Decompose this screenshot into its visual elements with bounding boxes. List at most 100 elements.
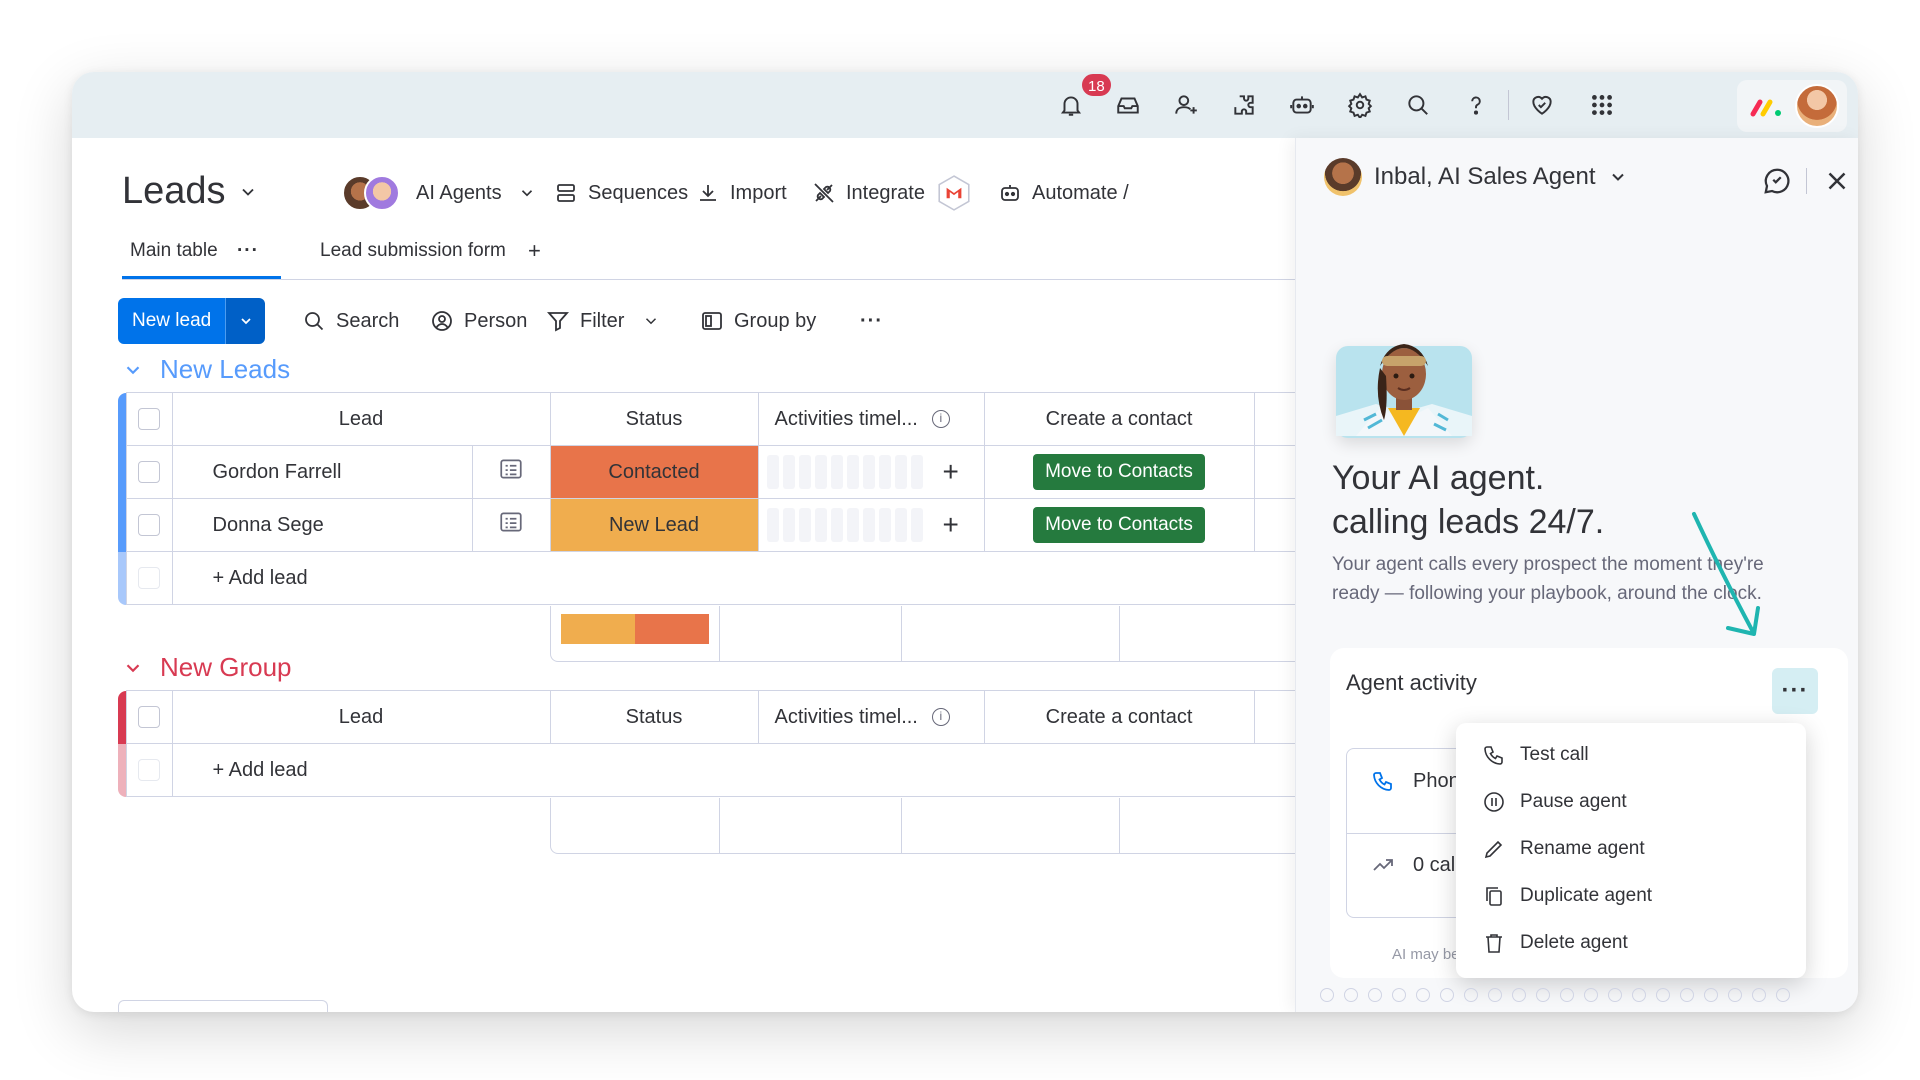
group-table-new-leads: Lead Status Activities timel... i Create … — [118, 392, 1340, 605]
agent-more-button[interactable]: ··· — [1772, 668, 1818, 714]
group-color-bar — [118, 690, 126, 744]
row-checkbox[interactable] — [138, 514, 160, 537]
chevron-down-icon[interactable] — [642, 312, 660, 330]
menu-item-duplicate-agent[interactable]: Duplicate agent — [1456, 872, 1806, 919]
status-cell[interactable]: New Lead — [549, 498, 759, 552]
add-row-checkbox-cell — [125, 551, 173, 605]
add-lead-button[interactable]: + Add lead — [171, 743, 1340, 797]
new-lead-dropdown-button[interactable] — [225, 298, 266, 344]
pause-icon — [1484, 791, 1504, 812]
group-title-new-leads[interactable]: New Leads — [122, 354, 290, 385]
tab-more-button[interactable]: ··· — [237, 240, 259, 261]
topbar-divider — [1508, 90, 1509, 120]
ai-bot-icon[interactable] — [1286, 89, 1318, 121]
monday-logo-icon — [1750, 99, 1781, 117]
new-lead-button[interactable]: New lead — [118, 298, 226, 344]
apps-icon[interactable] — [1228, 89, 1260, 121]
select-all-checkbox-cell — [125, 690, 173, 744]
table-row[interactable]: Gordon Farrell Contacted + Move to Conta… — [118, 445, 1340, 499]
settings-icon[interactable] — [1344, 89, 1376, 121]
column-header-status[interactable]: Status — [549, 690, 759, 744]
item-updates-cell[interactable] — [471, 445, 551, 499]
status-cell[interactable]: Contacted — [549, 445, 759, 499]
status-summary-bar[interactable] — [561, 614, 709, 644]
create-contact-cell: Move to Contacts — [983, 445, 1255, 499]
sequences-button[interactable]: Sequences — [554, 172, 688, 214]
group-title-new-group[interactable]: New Group — [122, 652, 292, 683]
automate-icon — [1001, 185, 1019, 201]
add-activity-icon[interactable]: + — [943, 456, 959, 488]
add-activity-icon[interactable]: + — [943, 509, 959, 541]
favorites-heart-icon[interactable] — [1526, 89, 1558, 121]
group-color-bar — [118, 445, 126, 499]
menu-item-label: Pause agent — [1520, 790, 1627, 812]
account-menu[interactable] — [1737, 80, 1847, 132]
menu-item-label: Delete agent — [1520, 931, 1628, 953]
duplicate-icon — [1486, 886, 1502, 906]
add-view-button[interactable]: + — [528, 238, 541, 264]
panel-hero-title: Your AI agent. calling leads 24/7. — [1332, 456, 1604, 544]
menu-item-pause-agent[interactable]: Pause agent — [1456, 778, 1806, 825]
user-avatar[interactable] — [1795, 84, 1839, 128]
tab-lead-submission-form[interactable]: Lead submission form — [320, 240, 506, 262]
ai-agents-button[interactable]: AI Agents — [342, 172, 536, 214]
info-icon[interactable]: i — [931, 708, 950, 727]
search-button[interactable]: Search — [302, 298, 399, 344]
item-card-icon — [500, 512, 522, 532]
table-header-row: Lead Status Activities timel... i Create … — [118, 392, 1340, 446]
close-icon[interactable] — [1822, 166, 1852, 196]
group-by-button[interactable]: Group by — [700, 298, 816, 344]
automate-button[interactable]: Automate / — [998, 172, 1129, 214]
add-lead-button[interactable]: + Add lead — [171, 551, 1340, 605]
add-item-row: + Add lead — [118, 743, 1340, 797]
sequences-label: Sequences — [588, 181, 689, 204]
item-updates-cell[interactable] — [471, 498, 551, 552]
lead-name-cell[interactable]: Gordon Farrell — [171, 445, 473, 499]
invite-member-icon[interactable] — [1170, 89, 1202, 121]
column-header-activities[interactable]: Activities timel... i — [757, 392, 985, 446]
table-row[interactable]: Donna Sege New Lead + Move to Contacts — [118, 498, 1340, 552]
tab-main-table[interactable]: Main table ··· — [122, 240, 281, 279]
board-toolbar: New lead Search Person Filter Group by ·… — [118, 298, 1328, 346]
column-header-activities[interactable]: Activities timel... i — [757, 690, 985, 744]
column-header-lead[interactable]: Lead — [171, 392, 551, 446]
import-icon — [700, 185, 716, 201]
board-title[interactable]: Leads — [122, 170, 258, 213]
filter-button[interactable]: Filter — [546, 298, 660, 344]
sequences-icon — [557, 184, 575, 202]
info-icon[interactable]: i — [931, 410, 950, 429]
column-header-lead[interactable]: Lead — [171, 690, 551, 744]
app-grid-icon[interactable] — [1586, 89, 1618, 121]
chevron-down-icon — [1611, 173, 1624, 181]
menu-item-rename-agent[interactable]: Rename agent — [1456, 825, 1806, 872]
inbox-icon[interactable] — [1112, 89, 1144, 121]
activities-timeline-cell[interactable]: + — [757, 445, 985, 499]
person-filter-button[interactable]: Person — [430, 298, 527, 344]
status-summary-new-lead — [561, 614, 635, 644]
search-icon — [305, 312, 324, 331]
column-header-create-contact[interactable]: Create a contact — [983, 392, 1255, 446]
lead-name-cell[interactable]: Donna Sege — [171, 498, 473, 552]
move-to-contacts-button[interactable]: Move to Contacts — [1033, 507, 1205, 543]
add-group-button[interactable] — [118, 1000, 328, 1012]
bell-icon[interactable] — [1055, 89, 1087, 121]
column-header-create-contact[interactable]: Create a contact — [983, 690, 1255, 744]
group-color-bar — [118, 551, 126, 605]
menu-item-delete-agent[interactable]: Delete agent — [1456, 919, 1806, 966]
help-icon[interactable] — [1460, 89, 1492, 121]
feedback-chat-icon[interactable] — [1762, 166, 1792, 196]
move-to-contacts-button[interactable]: Move to Contacts — [1033, 454, 1205, 490]
row-checkbox[interactable] — [138, 461, 160, 484]
agent-selector[interactable]: Inbal, AI Sales Agent — [1324, 158, 1628, 196]
integrate-button[interactable]: Integrate — [812, 172, 973, 214]
search-icon[interactable] — [1402, 89, 1434, 121]
column-header-status[interactable]: Status — [549, 392, 759, 446]
menu-item-test-call[interactable]: Test call — [1456, 731, 1806, 778]
select-all-checkbox[interactable] — [138, 408, 160, 431]
activities-timeline-cell[interactable]: + — [757, 498, 985, 552]
import-button[interactable]: Import — [696, 172, 787, 214]
column-header-activities-label: Activities timel... — [774, 407, 918, 430]
more-toolbar-button[interactable]: ··· — [860, 298, 883, 344]
select-all-checkbox[interactable] — [138, 706, 160, 729]
chevron-down-icon — [126, 365, 140, 374]
